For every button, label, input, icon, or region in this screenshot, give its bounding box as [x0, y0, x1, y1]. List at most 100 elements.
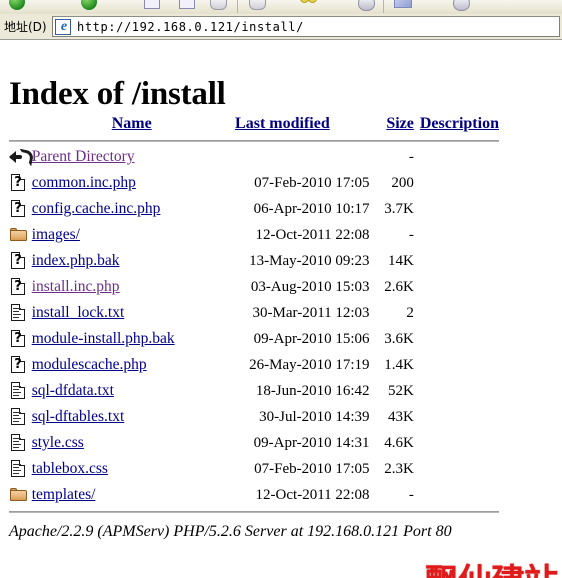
row-description-cell: [414, 326, 499, 352]
row-date-cell: 12-Oct-2011 22:08: [255, 226, 370, 243]
file-link[interactable]: index.php.bak: [32, 252, 120, 269]
file-link[interactable]: templates/: [32, 486, 96, 503]
row-description-cell: [414, 274, 499, 300]
history-icon[interactable]: [355, 0, 377, 12]
file-link[interactable]: sql-dfdata.txt: [32, 382, 114, 399]
table-row[interactable]: images/12-Oct-2011 22:08 -: [9, 222, 499, 248]
row-date-cell: 26-May-2010 17:19: [249, 356, 370, 373]
row-name-cell: tablebox.css: [32, 456, 233, 482]
header-rule-cell: [9, 137, 499, 144]
row-name-cell: style.css: [32, 430, 233, 456]
file-link[interactable]: sql-dftables.txt: [32, 408, 125, 425]
refresh-icon[interactable]: [175, 0, 197, 12]
table-row[interactable]: ? module-install.php.bak 09-Apr-2010 15:06…: [9, 326, 499, 352]
file-link[interactable]: install_lock.txt: [32, 304, 125, 321]
file-link[interactable]: config.cache.inc.php: [32, 200, 161, 217]
header-icon-spacer: [9, 111, 32, 137]
row-icon-cell: [9, 430, 32, 456]
row-name-cell: sql-dfdata.txt: [32, 378, 233, 404]
table-row[interactable]: templates/12-Oct-2011 22:08 -: [9, 482, 499, 508]
row-name-cell: Parent Directory: [32, 144, 233, 170]
row-icon-cell: ?: [9, 326, 32, 352]
sort-by-size-link[interactable]: Size: [386, 115, 414, 132]
table-row[interactable]: ? config.cache.inc.php 06-Apr-2010 10:17 3.…: [9, 196, 499, 222]
search-icon[interactable]: [246, 0, 268, 12]
table-row[interactable]: sql-dftables.txt 30-Jul-2010 14:39 43K: [9, 404, 499, 430]
mail-icon[interactable]: [392, 0, 414, 12]
text-file-icon: [9, 433, 29, 453]
row-date-cell: 09-Apr-2010 15:06: [253, 330, 370, 347]
row-icon-cell: ?: [9, 248, 32, 274]
row-description-cell: [414, 144, 499, 170]
row-description-cell: [414, 430, 499, 456]
row-description-cell: [414, 170, 499, 196]
row-icon-cell: [9, 300, 32, 326]
file-link[interactable]: modulescache.php: [32, 356, 147, 373]
row-size-cell: 2.3K: [384, 460, 414, 477]
document-body: Index of /install Name Last modified Siz…: [0, 41, 562, 578]
browser-toolbar[interactable]: [0, 0, 562, 15]
table-row[interactable]: ? common.inc.php 07-Feb-2010 17:05 200: [9, 170, 499, 196]
row-icon-cell: [9, 222, 32, 248]
file-link[interactable]: Parent Directory: [32, 148, 135, 165]
table-row[interactable]: install_lock.txt 30-Mar-2011 12:03 2: [9, 300, 499, 326]
back-icon[interactable]: [6, 0, 28, 12]
toolbar-separator-2: [383, 0, 384, 13]
row-description-cell: [414, 300, 499, 326]
table-row[interactable]: ? install.inc.php 03-Aug-2010 15:03 2.6K: [9, 274, 499, 300]
row-size-cell: 2.6K: [384, 278, 414, 295]
row-size-cell: 200: [391, 174, 414, 191]
row-size-cell: 4.6K: [384, 434, 414, 451]
row-size-cell: 3.7K: [384, 200, 414, 217]
row-description-cell: [414, 196, 499, 222]
address-bar: 地址(D) e http://192.168.0.121/install/: [0, 14, 562, 40]
table-row[interactable]: tablebox.css 07-Feb-2010 17:05 2.3K: [9, 456, 499, 482]
footer-rule-cell: [9, 508, 499, 515]
row-date-cell: [233, 144, 380, 170]
table-row[interactable]: ? modulescache.php 26-May-2010 17:19 1.4K: [9, 352, 499, 378]
row-name-cell: sql-dftables.txt: [32, 404, 233, 430]
favorites-icon[interactable]: [296, 0, 318, 12]
row-date-cell: 30-Mar-2011 12:03: [252, 304, 370, 321]
header-rule-row: [9, 137, 499, 144]
file-link[interactable]: images/: [32, 226, 80, 243]
unknown-file-icon: ?: [9, 329, 29, 349]
unknown-file-icon: ?: [9, 277, 29, 297]
row-icon-cell: ?: [9, 274, 32, 300]
file-link[interactable]: tablebox.css: [32, 460, 108, 477]
stop-icon[interactable]: [140, 0, 162, 12]
table-row[interactable]: ? index.php.bak 13-May-2010 09:23 14K: [9, 248, 499, 274]
address-url-text[interactable]: http://192.168.0.121/install/: [77, 19, 304, 35]
row-icon-cell: ?: [9, 352, 32, 378]
table-header-row: Name Last modified Size Description: [9, 111, 499, 137]
file-link[interactable]: style.css: [32, 434, 84, 451]
row-name-cell: index.php.bak: [32, 248, 233, 274]
table-row[interactable]: Parent Directory -: [9, 144, 499, 170]
row-name-cell: install_lock.txt: [32, 300, 233, 326]
sort-by-name-link[interactable]: Name: [112, 115, 152, 132]
toolbar-separator-1: [237, 0, 238, 13]
address-input[interactable]: e http://192.168.0.121/install/: [52, 16, 560, 37]
row-name-cell: install.inc.php: [32, 274, 233, 300]
file-link[interactable]: module-install.php.bak: [32, 330, 175, 347]
sort-by-date-link[interactable]: Last modified: [235, 115, 330, 132]
forward-icon[interactable]: [78, 0, 100, 12]
row-size-cell: -: [408, 486, 414, 503]
table-row[interactable]: sql-dfdata.txt 18-Jun-2010 16:42 52K: [9, 378, 499, 404]
print-icon[interactable]: [450, 0, 472, 12]
row-icon-cell: ?: [9, 170, 32, 196]
text-file-icon: [9, 407, 29, 427]
row-size-cell: 3.6K: [384, 330, 414, 347]
server-signature: Apache/2.2.9 (APMServ) PHP/5.2.6 Server …: [9, 523, 452, 540]
sort-by-description-link[interactable]: Description: [420, 115, 499, 132]
text-file-icon: [9, 381, 29, 401]
table-row[interactable]: style.css 09-Apr-2010 14:31 4.6K: [9, 430, 499, 456]
back-arrow-icon: [9, 147, 35, 167]
file-link[interactable]: common.inc.php: [32, 174, 136, 191]
file-link[interactable]: install.inc.php: [32, 278, 120, 295]
row-date-cell: 06-Apr-2010 10:17: [253, 200, 370, 217]
unknown-file-icon: ?: [9, 199, 29, 219]
row-size-cell: -: [408, 226, 414, 243]
home-icon[interactable]: [207, 0, 229, 12]
unknown-file-icon: ?: [9, 173, 29, 193]
